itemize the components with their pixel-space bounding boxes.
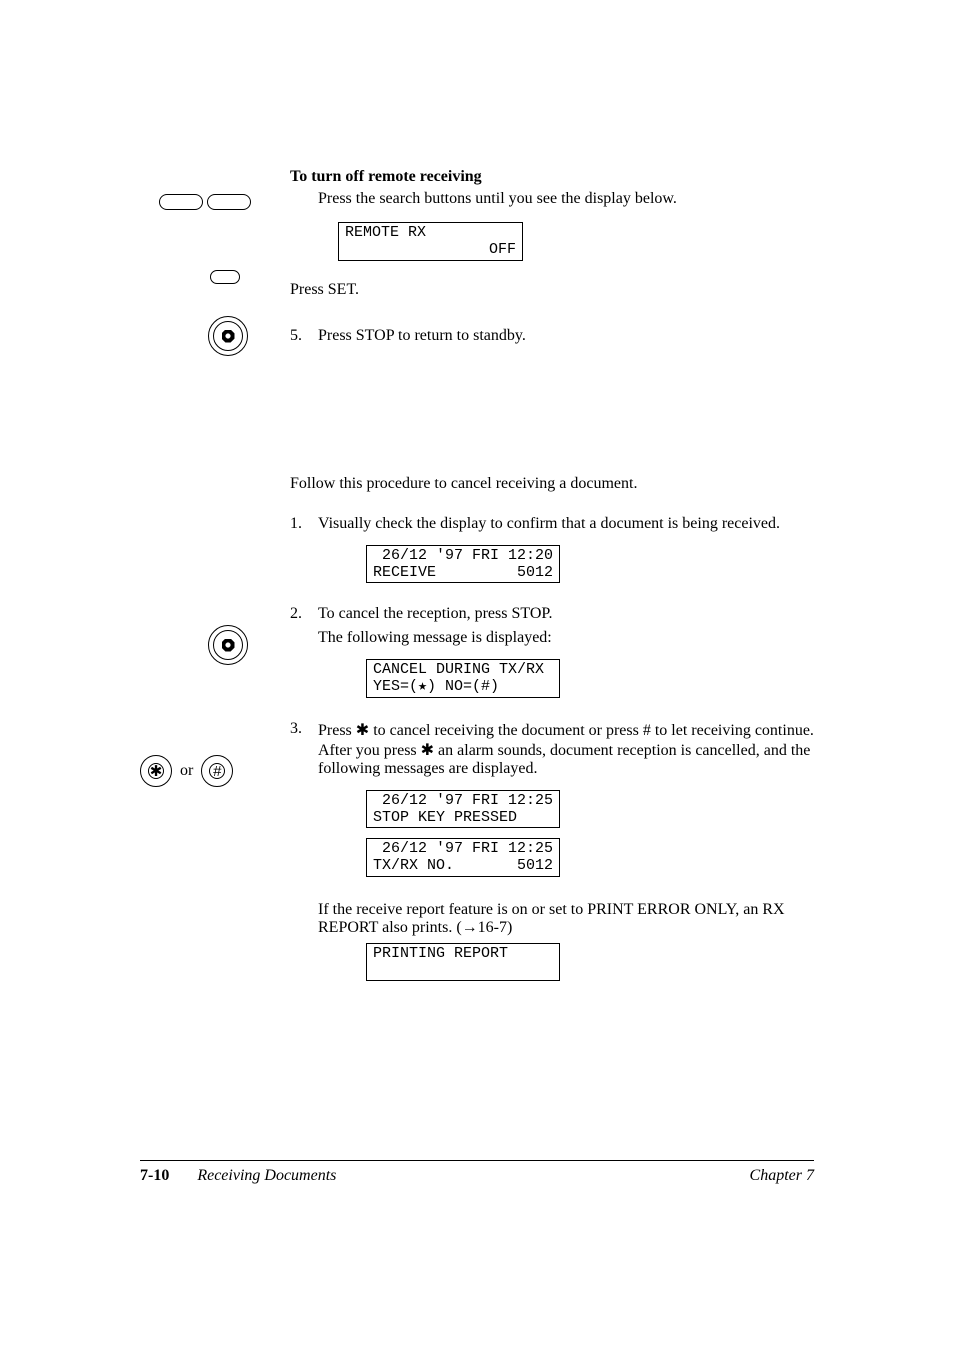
lcd-remote-rx: REMOTE RX OFF: [338, 222, 523, 261]
lcd-line: TX/RX NO. 5012: [373, 857, 553, 874]
hash-key-icon: #: [201, 755, 233, 787]
step-subtext: The following message is displayed:: [318, 629, 814, 647]
cancel-intro: Follow this procedure to cancel receivin…: [290, 475, 814, 493]
step-text: To cancel the reception, press STOP.: [318, 605, 814, 623]
lcd-printing-report: PRINTING REPORT: [366, 943, 560, 982]
step-number: 3.: [290, 720, 318, 778]
stop-button-icon: [140, 625, 270, 665]
subheading-turn-off-remote: To turn off remote receiving: [290, 168, 814, 186]
step-number: 5.: [290, 327, 318, 345]
lcd-line: REMOTE RX: [345, 224, 516, 241]
page-number: 7-10: [140, 1167, 169, 1185]
instr-press-set: Press SET.: [290, 281, 814, 299]
search-buttons-icon: [140, 194, 270, 215]
lcd-line: PRINTING REPORT: [373, 945, 553, 962]
or-text: or: [180, 762, 193, 779]
rx-report-note: If the receive report feature is on or s…: [318, 901, 814, 937]
footer-title: Receiving Documents: [197, 1167, 336, 1185]
lcd-line: YES=(★) NO=(#): [373, 678, 553, 695]
lcd-cancel-prompt: CANCEL DURING TX/RX YES=(★) NO=(#): [366, 659, 560, 698]
star-or-hash-icons: ✱ or #: [140, 755, 270, 787]
lcd-line: 26/12 '97 FRI 12:25: [373, 840, 553, 857]
step-number: 1.: [290, 515, 318, 533]
lcd-line: OFF: [345, 241, 516, 258]
lcd-receive: 26/12 '97 FRI 12:20 RECEIVE 5012: [366, 545, 560, 584]
star-key-icon: ✱: [140, 755, 172, 787]
lcd-txrx-no: 26/12 '97 FRI 12:25 TX/RX NO. 5012: [366, 838, 560, 877]
footer-chapter: Chapter 7: [750, 1167, 814, 1185]
step-text: Visually check the display to confirm th…: [318, 515, 814, 533]
step-text: Press ✱ to cancel receiving the document…: [318, 720, 814, 778]
lcd-line: 26/12 '97 FRI 12:25: [373, 792, 553, 809]
lcd-line: 26/12 '97 FRI 12:20: [373, 547, 553, 564]
step-text: Press STOP to return to standby.: [318, 327, 814, 345]
lcd-line: CANCEL DURING TX/RX: [373, 661, 553, 678]
instr-press-search: Press the search buttons until you see t…: [318, 190, 814, 208]
page-footer: 7-10 Receiving Documents Chapter 7: [140, 1160, 814, 1185]
stop-button-icon: [140, 316, 270, 356]
lcd-line: [373, 962, 553, 979]
lcd-line: RECEIVE 5012: [373, 564, 553, 581]
step-number: 2.: [290, 605, 318, 647]
set-button-icon: [140, 270, 270, 289]
lcd-line: STOP KEY PRESSED: [373, 809, 553, 826]
lcd-stop-pressed: 26/12 '97 FRI 12:25 STOP KEY PRESSED: [366, 790, 560, 829]
